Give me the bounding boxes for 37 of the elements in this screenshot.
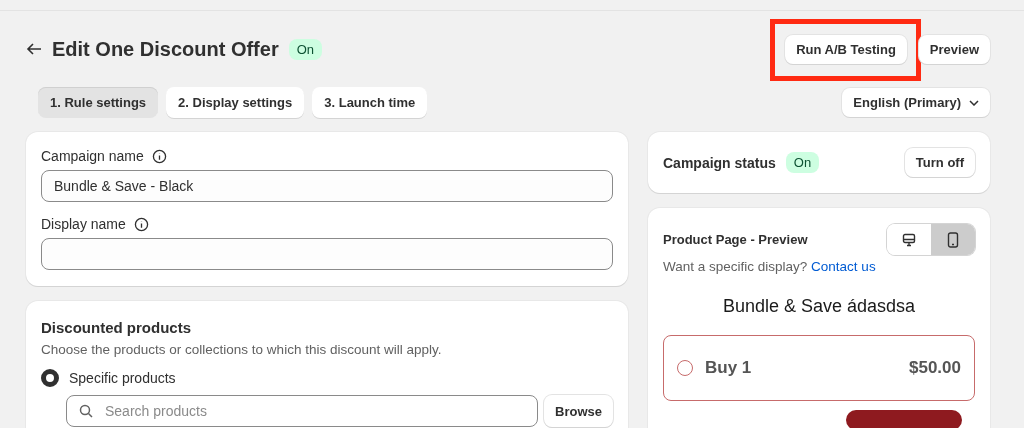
offer-option[interactable]: Buy 1 $50.00 (663, 335, 975, 401)
step-tab[interactable]: 3. Launch time (312, 87, 428, 118)
radio-label: Specific products (69, 370, 176, 386)
section-description: Choose the products or collections to which this discount will apply. (41, 342, 443, 357)
language-select[interactable]: English (Primary) (842, 88, 990, 117)
contact-link[interactable]: Contact us (811, 259, 876, 274)
offer-title: Bundle & Save ádasdsa (721, 296, 917, 317)
desktop-icon (902, 232, 916, 247)
text-field[interactable]: Bundle & Save - Black (41, 170, 613, 202)
page-title: Edit One Discount Offer (52, 37, 279, 61)
info-icon[interactable] (133, 216, 149, 232)
status-badge: On (785, 152, 820, 173)
status-label: Campaign status (663, 154, 776, 171)
option-label: Buy 1 (705, 358, 753, 378)
device-toggle[interactable] (931, 224, 975, 255)
browse-button[interactable]: Browse (544, 395, 613, 427)
header-button[interactable]: Run A/B Testing (785, 34, 907, 64)
section-title: Discounted products (41, 319, 192, 336)
option-price: $50.00 (909, 358, 961, 378)
back-arrow-icon[interactable] (26, 42, 42, 56)
field-label: Campaign name (41, 148, 144, 164)
preview-title: Product Page - Preview (663, 232, 808, 247)
phone-icon (947, 231, 959, 248)
header-button[interactable]: Preview (918, 34, 990, 64)
step-tab[interactable]: 2. Display settings (166, 87, 305, 118)
step-tab[interactable]: 1. Rule settings (38, 87, 159, 118)
turn-off-button[interactable]: Turn off (904, 148, 975, 177)
search-icon (79, 404, 93, 418)
chevron-down-icon (969, 99, 979, 106)
field-label: Display name (41, 216, 126, 232)
search-field[interactable]: Search products (66, 395, 539, 427)
dark-button[interactable] (846, 410, 962, 428)
info-icon[interactable] (151, 148, 167, 164)
status-badge: On (288, 38, 323, 60)
text-field[interactable] (41, 238, 613, 270)
radio-button[interactable] (41, 369, 59, 387)
preview-hint: Want a specific display? Contact us (663, 259, 877, 274)
